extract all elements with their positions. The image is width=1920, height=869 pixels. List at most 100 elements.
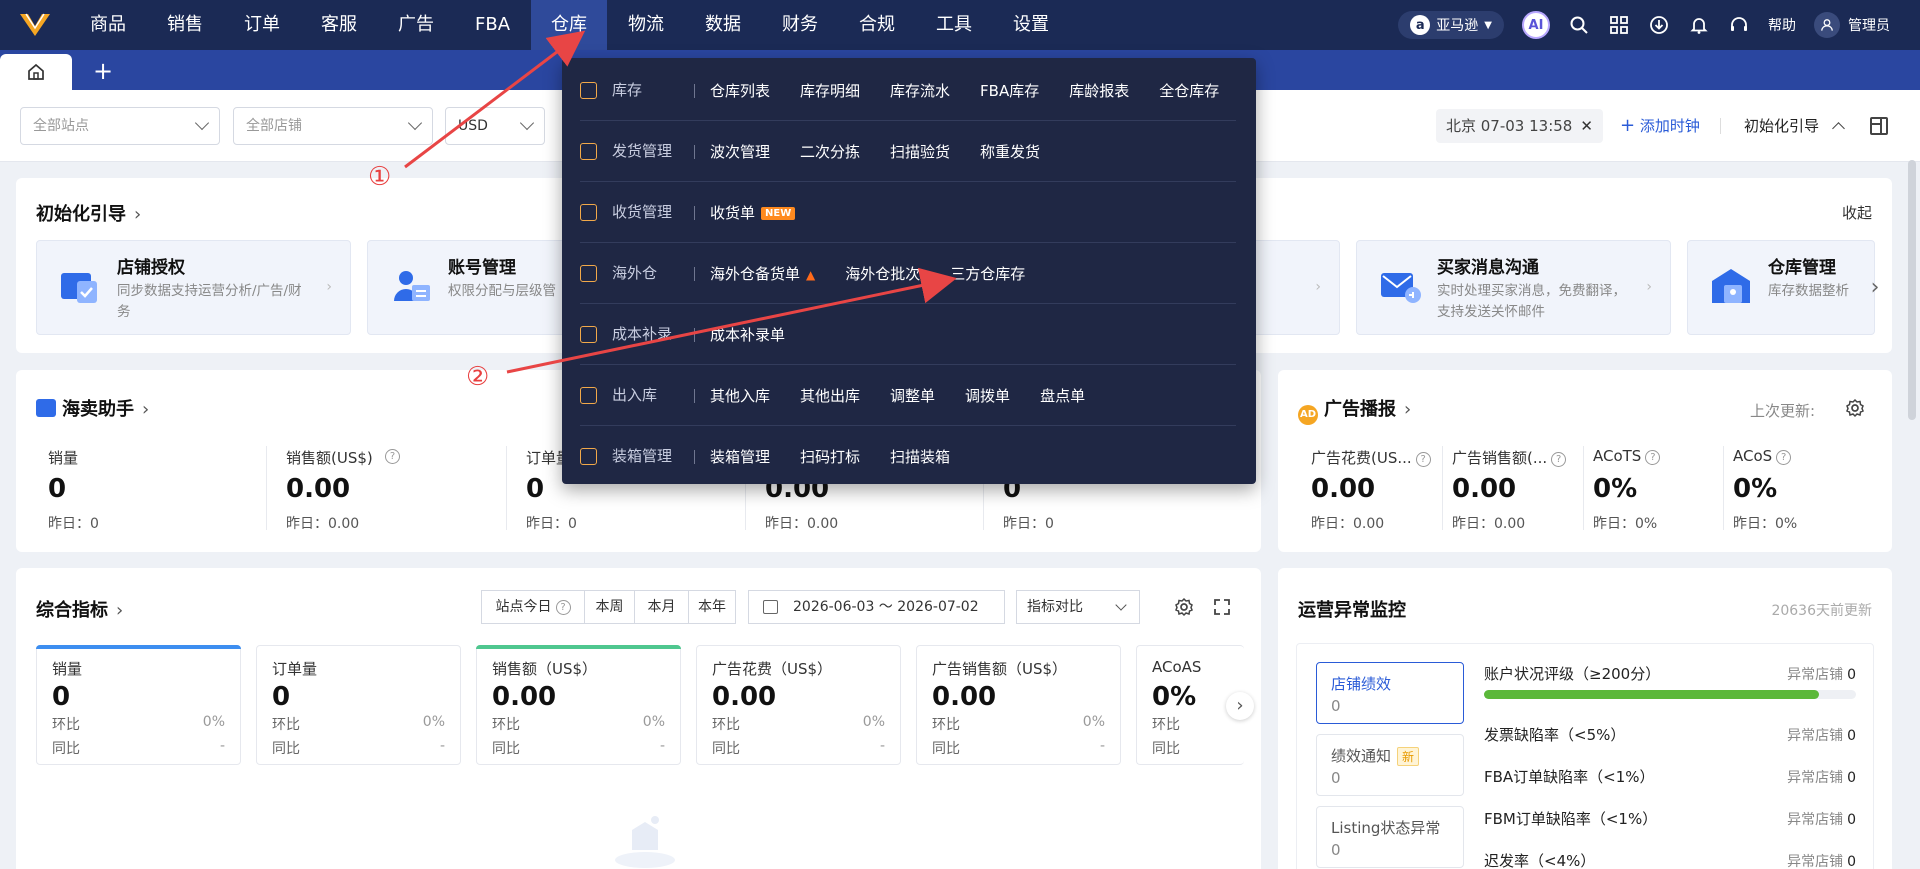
mega-menu-link[interactable]: 收货单 NEW — [710, 202, 796, 223]
mega-menu-link[interactable]: 库龄报表 — [1069, 80, 1129, 101]
nav-item[interactable]: 设置 — [993, 0, 1069, 50]
metrics-title[interactable]: 综合指标 › — [36, 596, 123, 622]
mega-menu-link[interactable]: 海外仓批次 — [845, 263, 920, 284]
tiles-scroll-right-icon[interactable]: › — [1226, 692, 1254, 720]
mega-menu-category[interactable]: 收货管理 — [580, 182, 690, 243]
download-icon[interactable] — [1648, 14, 1670, 36]
anomaly-row-count[interactable]: 异常店铺 0 — [1787, 664, 1856, 684]
ai-assistant-button[interactable]: AI — [1522, 11, 1550, 39]
app-logo[interactable] — [0, 0, 70, 50]
nav-item[interactable]: 仓库 — [531, 0, 608, 50]
close-icon[interactable]: ✕ — [1580, 117, 1593, 135]
period-week[interactable]: 本周 — [584, 590, 635, 624]
date-range-picker[interactable]: 2026-06-03 ～ 2026-07-02 — [748, 590, 1005, 624]
nav-item[interactable]: 合规 — [839, 0, 915, 50]
nav-item[interactable]: 物流 — [608, 0, 684, 50]
help-icon[interactable]: ? — [1776, 450, 1792, 465]
metric-tile[interactable]: 广告销售额（US$） 0.00 环比 同比 0% - — [916, 645, 1121, 765]
user-menu[interactable]: 管理员 — [1814, 12, 1890, 38]
init-guide-toggle[interactable]: 初始化引导 — [1744, 109, 1845, 143]
anomaly-row-count[interactable]: 异常店铺 0 — [1787, 809, 1856, 829]
guide-scroll-right-icon[interactable]: › — [1860, 273, 1890, 303]
mega-menu-category[interactable]: 装箱管理 — [580, 426, 690, 487]
nav-item[interactable]: 商品 — [70, 0, 146, 50]
mega-menu-link[interactable]: 扫码打标 — [800, 446, 860, 467]
bell-icon[interactable] — [1688, 14, 1710, 36]
compare-select[interactable]: 指标对比 — [1016, 590, 1140, 624]
mega-menu-link[interactable]: 装箱管理 — [710, 446, 770, 467]
settings-icon[interactable] — [1845, 398, 1865, 422]
site-select[interactable]: 全部站点 — [20, 107, 220, 145]
nav-item[interactable]: FBA — [455, 0, 530, 50]
anomaly-tab-listing-status[interactable]: Listing状态异常 0 — [1316, 806, 1464, 868]
mega-menu-link[interactable]: 二次分拣 — [800, 141, 860, 162]
mega-menu-category[interactable]: 发货管理 — [580, 121, 690, 182]
help-icon[interactable]: ? — [1415, 452, 1431, 467]
nav-item[interactable]: 工具 — [916, 0, 992, 50]
metric-tile[interactable]: 广告花费（US$） 0.00 环比 同比 0% - — [696, 645, 901, 765]
mega-menu-link[interactable]: 海外仓备货单 ▲ — [710, 263, 815, 284]
init-guide-title[interactable]: 初始化引导 › — [36, 200, 141, 226]
mega-menu-link[interactable]: 库存流水 — [890, 80, 950, 101]
anomaly-tab-performance-notice[interactable]: 绩效通知新 0 — [1316, 734, 1464, 796]
metric-tile[interactable]: 订单量 0 环比 同比 0% - — [256, 645, 461, 765]
collapse-link[interactable]: 收起 — [1842, 202, 1872, 223]
help-icon[interactable]: ? — [1645, 450, 1661, 465]
anomaly-tab-shop-performance[interactable]: 店铺绩效 0 — [1316, 662, 1464, 724]
headset-icon[interactable] — [1728, 14, 1750, 36]
mega-menu-link[interactable]: 扫描验货 — [890, 141, 950, 162]
mega-menu-link[interactable]: 全仓库存 — [1159, 80, 1219, 101]
nav-item[interactable]: 客服 — [301, 0, 377, 50]
help-icon[interactable]: ? — [1551, 452, 1567, 467]
period-today[interactable]: 站点今日? — [481, 590, 585, 624]
mega-menu-link[interactable]: 库存明细 — [800, 80, 860, 101]
mega-menu-link[interactable]: 扫描装箱 — [890, 446, 950, 467]
search-icon[interactable] — [1568, 14, 1590, 36]
nav-item[interactable]: 销售 — [147, 0, 223, 50]
marketplace-selector[interactable]: a 亚马逊 ▼ — [1398, 11, 1504, 39]
guide-card-shop-auth[interactable]: 店铺授权 同步数据支持运营分析/广告/财务 › — [36, 240, 351, 335]
anomaly-row-count[interactable]: 异常店铺 0 — [1787, 767, 1856, 787]
anomaly-row-count[interactable]: 异常店铺 0 — [1787, 851, 1856, 869]
guide-card-warehouse[interactable]: 仓库管理 库存数据整析 — [1687, 240, 1875, 335]
metric-tile[interactable]: 销量 0 环比 同比 0% - — [36, 645, 241, 765]
page-scrollbar[interactable] — [1908, 160, 1916, 420]
nav-item[interactable]: 数据 — [685, 0, 761, 50]
seller-assistant-title[interactable]: 海卖助手 › — [36, 395, 149, 421]
currency-select[interactable]: USD — [445, 107, 545, 145]
add-clock-button[interactable]: + 添加时钟 — [1620, 109, 1700, 143]
shop-select[interactable]: 全部店铺 — [233, 107, 433, 145]
guide-card-account[interactable]: 账号管理 权限分配与层级管 — [367, 240, 567, 335]
mega-menu-link[interactable]: 其他出库 — [800, 385, 860, 406]
help-link[interactable]: 帮助 — [1768, 15, 1796, 35]
mega-menu-category[interactable]: 成本补录 — [580, 304, 690, 365]
mega-menu-link[interactable]: 称重发货 — [980, 141, 1040, 162]
mega-menu-category[interactable]: 海外仓 — [580, 243, 690, 304]
ads-report-title[interactable]: AD 广告播报 › — [1298, 395, 1411, 425]
mega-menu-link[interactable]: 调整单 — [890, 385, 935, 406]
mega-menu-link[interactable]: 调拨单 — [965, 385, 1010, 406]
anomaly-row-count[interactable]: 异常店铺 0 — [1787, 725, 1856, 745]
mega-menu-category[interactable]: 出入库 — [580, 365, 690, 426]
mega-menu-link[interactable]: 波次管理 — [710, 141, 770, 162]
mega-menu-link[interactable]: 其他入库 — [710, 385, 770, 406]
mega-menu-link[interactable]: 成本补录单 — [710, 324, 785, 345]
guide-card-buyer-msg[interactable]: 买家消息沟通 实时处理买家消息，免费翻译，支持发送关怀邮件 › — [1356, 240, 1671, 335]
period-month[interactable]: 本月 — [634, 590, 689, 624]
mega-menu-category[interactable]: 库存 — [580, 60, 690, 121]
nav-item[interactable]: 财务 — [762, 0, 838, 50]
metric-tile[interactable]: 销售额（US$） 0.00 环比 同比 0% - — [476, 645, 681, 765]
settings-icon[interactable] — [1174, 597, 1194, 621]
add-tab-button[interactable]: + — [90, 58, 116, 84]
mega-menu-link[interactable]: 盘点单 — [1040, 385, 1085, 406]
help-icon[interactable]: ? — [385, 449, 400, 464]
nav-item[interactable]: 订单 — [224, 0, 300, 50]
mega-menu-link[interactable]: FBA库存 — [980, 80, 1039, 101]
layout-icon[interactable] — [1870, 117, 1888, 135]
nav-item[interactable]: 广告 — [378, 0, 454, 50]
mega-menu-link[interactable]: 三方仓库存 — [950, 263, 1025, 284]
mega-menu-link[interactable]: 仓库列表 — [710, 80, 770, 101]
tab-home[interactable] — [0, 54, 72, 90]
apps-grid-icon[interactable] — [1608, 14, 1630, 36]
fullscreen-icon[interactable] — [1212, 597, 1232, 621]
